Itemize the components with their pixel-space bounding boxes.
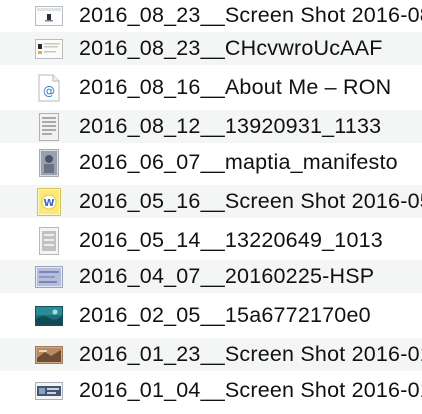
file-row[interactable]: 2016_02_05__15a6772170e0 xyxy=(0,299,422,332)
photo-thumbnail-icon xyxy=(34,148,64,177)
file-row[interactable]: 2016_06_07__maptia_manifesto xyxy=(0,146,422,179)
screenshot-thumbnail-icon: W xyxy=(34,187,64,216)
image-thumbnail-icon xyxy=(34,35,64,63)
file-name: 2016_04_07__20160225-HSP xyxy=(79,264,375,288)
file-row[interactable]: 2016_04_07__20160225-HSP xyxy=(0,260,422,293)
file-row[interactable]: @ 2016_08_16__About Me – RON xyxy=(0,71,422,104)
file-name: 2016_05_14__13220649_1013 xyxy=(79,228,383,252)
file-list: 2016_08_23__Screen Shot 2016-08-23 2016_… xyxy=(0,0,422,414)
file-row[interactable]: W 2016_05_16__Screen Shot 2016-05-16 xyxy=(0,185,422,218)
file-name: 2016_01_23__Screen Shot 2016-01-23 xyxy=(79,342,422,366)
file-row[interactable]: 2016_08_23__CHcvwroUcAAF xyxy=(0,32,422,65)
file-name: 2016_05_16__Screen Shot 2016-05-16 xyxy=(79,189,422,213)
file-name: 2016_08_12__13920931_1133 xyxy=(79,114,382,138)
svg-text:W: W xyxy=(43,198,54,209)
svg-text:@: @ xyxy=(43,84,55,98)
file-name: 2016_08_23__Screen Shot 2016-08-23 xyxy=(79,3,422,27)
file-name: 2016_01_04__Screen Shot 2016-01-04 xyxy=(79,378,422,402)
file-row[interactable]: 2016_01_23__Screen Shot 2016-01-23 xyxy=(0,338,422,371)
file-name: 2016_02_05__15a6772170e0 xyxy=(79,303,371,327)
file-name: 2016_06_07__maptia_manifesto xyxy=(79,150,398,174)
document-thumbnail-icon xyxy=(34,226,64,255)
photo-thumbnail-icon xyxy=(34,302,64,330)
image-thumbnail-icon xyxy=(34,263,64,291)
file-name: 2016_08_23__CHcvwroUcAAF xyxy=(79,36,383,60)
file-row[interactable]: 2016_08_23__Screen Shot 2016-08-23 xyxy=(0,0,422,32)
webloc-document-icon: @ xyxy=(34,74,64,102)
screenshot-thumbnail-icon xyxy=(34,377,64,405)
document-thumbnail-icon xyxy=(34,112,64,141)
screenshot-thumbnail-icon xyxy=(34,2,64,30)
file-row[interactable]: 2016_08_12__13920931_1133 xyxy=(0,110,422,143)
file-row[interactable]: 2016_05_14__13220649_1013 xyxy=(0,224,422,257)
screenshot-thumbnail-icon xyxy=(34,341,64,369)
file-name: 2016_08_16__About Me – RON xyxy=(79,75,392,99)
file-row[interactable]: 2016_01_04__Screen Shot 2016-01-04 xyxy=(0,374,422,407)
